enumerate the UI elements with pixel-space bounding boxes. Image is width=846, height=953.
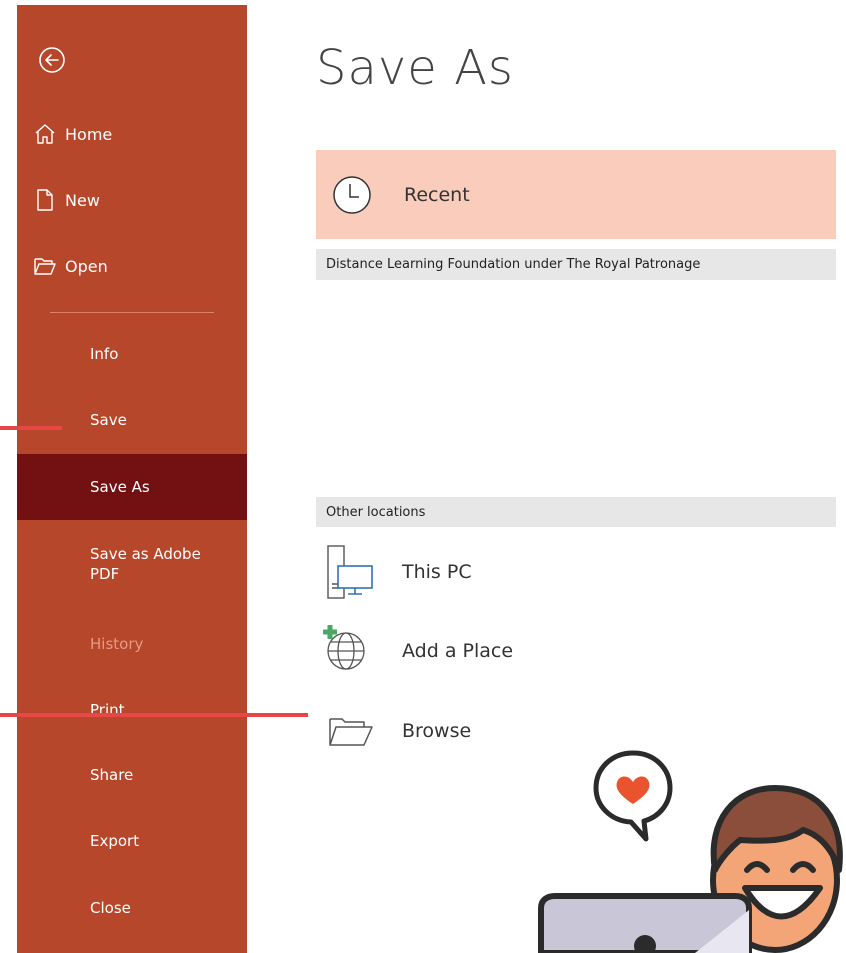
home-icon (35, 124, 55, 144)
sidebar-item-share[interactable]: Share (17, 766, 247, 792)
other-locations-header: Other locations (316, 497, 836, 527)
location-label: Browse (402, 720, 472, 742)
recent-label: Recent (404, 183, 470, 206)
this-pc-icon (327, 545, 373, 599)
sidebar-item-home[interactable]: Home (33, 122, 112, 146)
sidebar-item-new[interactable]: New (33, 188, 100, 212)
sidebar-item-label: Home (65, 124, 113, 144)
sidebar-item-info[interactable]: Info (17, 345, 247, 371)
location-label: This PC (402, 561, 472, 583)
location-label: Add a Place (402, 640, 514, 662)
sidebar-item-save[interactable]: Save (17, 411, 247, 437)
location-add-a-place[interactable]: Add a Place (316, 620, 836, 682)
sidebar-item-label: New (65, 190, 100, 210)
recent-location[interactable]: Recent (316, 150, 836, 239)
back-arrow-icon[interactable] (37, 45, 67, 75)
location-browse[interactable]: Browse (316, 700, 836, 762)
sidebar-item-label: Save as Adobe PDF (90, 545, 201, 583)
sidebar-item-save-as[interactable]: Save As (17, 454, 247, 520)
annotation-pointer-save (0, 426, 62, 430)
character-with-laptop-illustration (538, 785, 843, 953)
sidebar-item-label: Save As (90, 478, 150, 496)
sidebar-item-label: Share (90, 766, 134, 784)
recent-group-header: Distance Learning Foundation under The R… (316, 249, 836, 280)
location-this-pc[interactable]: This PC (316, 541, 836, 603)
sidebar-item-label: History (90, 635, 144, 653)
clock-icon (333, 175, 371, 214)
sidebar-item-history: History (17, 635, 247, 661)
sidebar-item-export[interactable]: Export (17, 832, 247, 858)
sidebar-item-close[interactable]: Close (17, 899, 247, 925)
app-window: Home New Open Info Save Save As Save as … (0, 0, 846, 953)
sidebar-item-label: Info (90, 345, 119, 363)
new-document-icon (37, 189, 53, 211)
page-title: Save As (316, 40, 514, 96)
add-place-globe-icon (323, 625, 365, 670)
annotation-pointer-print-browse (0, 713, 308, 717)
sidebar-item-open[interactable]: Open (33, 254, 108, 278)
sidebar-item-label: Open (65, 256, 108, 276)
browse-folder-icon (329, 718, 373, 746)
sidebar-item-label: Export (90, 832, 140, 850)
sidebar-item-label: Close (90, 899, 131, 917)
sidebar-item-save-as-adobe-pdf[interactable]: Save as Adobe PDF (17, 544, 217, 584)
sidebar-divider (50, 312, 214, 313)
sidebar-item-label: Save (90, 411, 127, 429)
open-folder-icon (34, 258, 56, 275)
